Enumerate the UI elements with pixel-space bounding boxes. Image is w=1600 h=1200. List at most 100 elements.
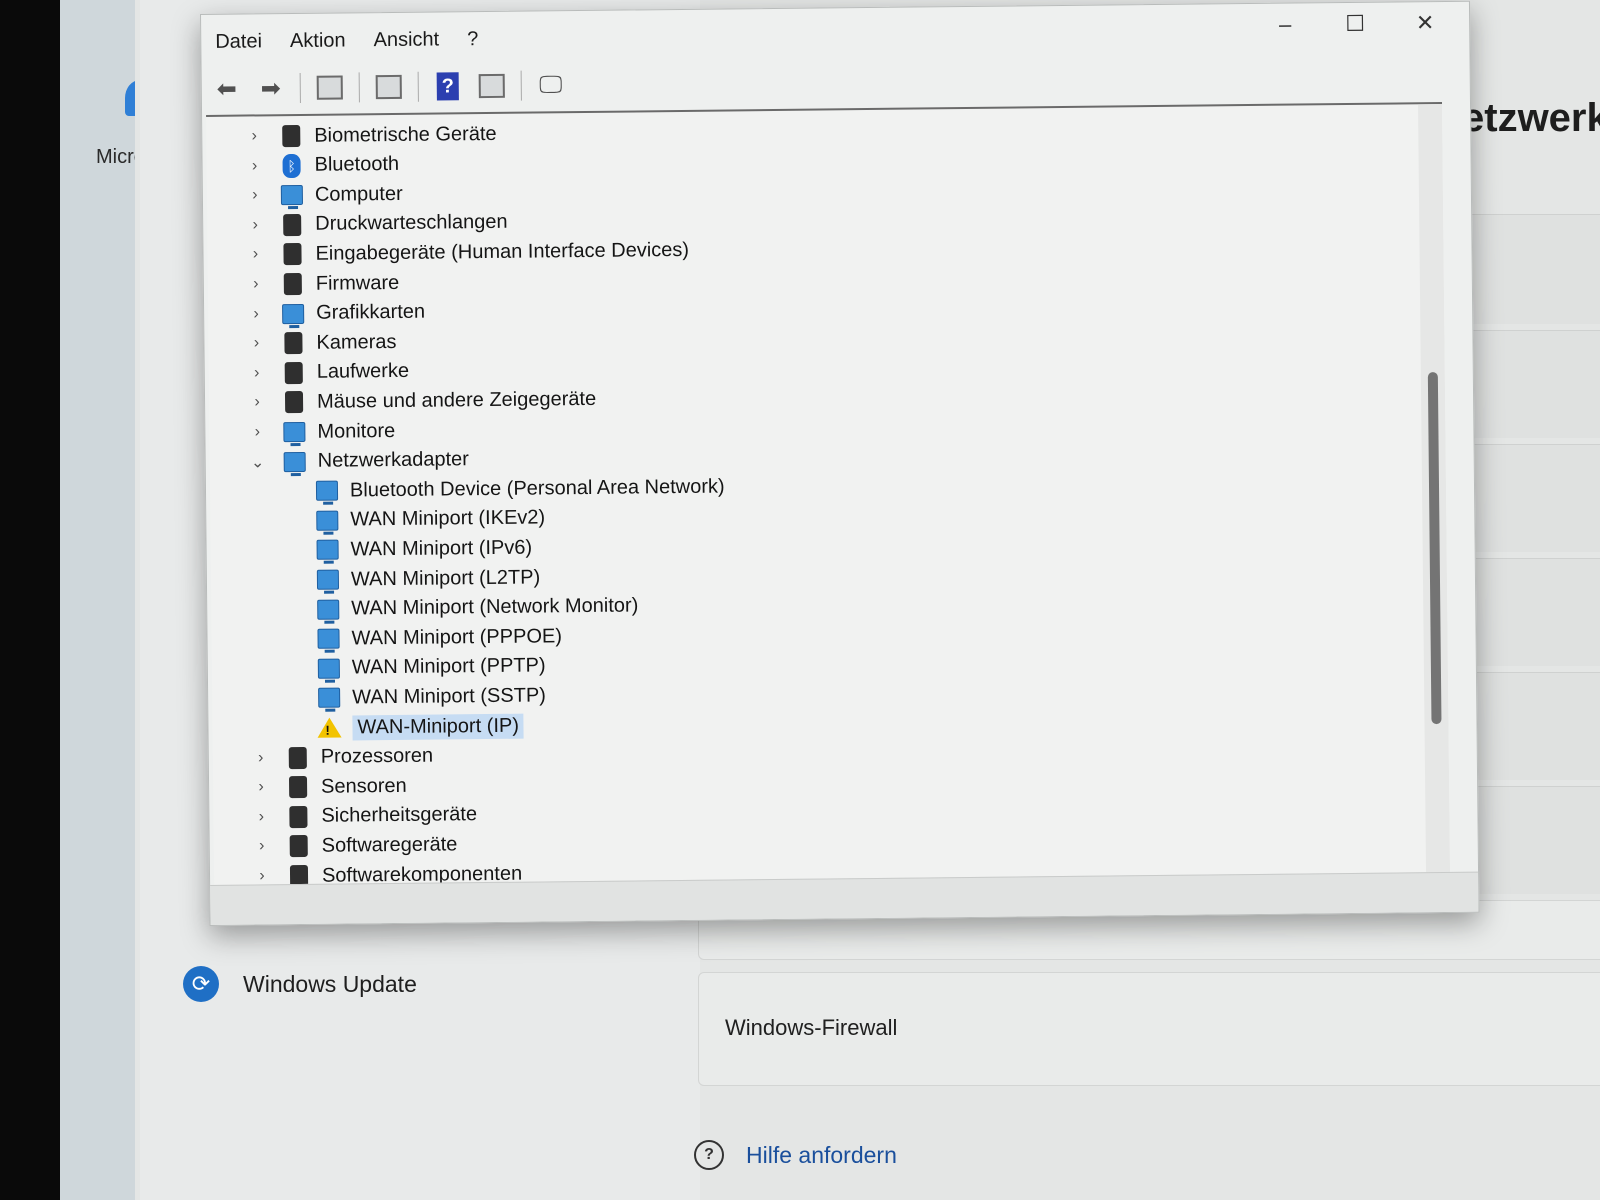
network-adapter-icon	[315, 568, 341, 592]
sensor-icon	[285, 775, 311, 799]
windows-firewall-card[interactable]: Windows-Firewall	[698, 972, 1600, 1086]
device-tree[interactable]: › Biometrische Geräte › ᛒ Bluetooth › Computer…	[206, 101, 1451, 885]
arrow-left-icon: ⬅	[216, 75, 237, 103]
tree-device[interactable]: WAN Miniport (L2TP)	[279, 563, 541, 594]
fingerprint-icon	[278, 124, 304, 148]
expand-toggle[interactable]: ›	[242, 127, 266, 145]
show-action-pane-button[interactable]	[473, 69, 511, 103]
network-adapter-icon	[315, 597, 341, 621]
network-adapter-icon	[316, 656, 342, 680]
show-hide-console-tree-button[interactable]	[311, 70, 349, 104]
menu-aktion[interactable]: Aktion	[290, 29, 346, 53]
expand-toggle[interactable]: ⌄	[246, 452, 270, 472]
close-button[interactable]: ✕	[1393, 6, 1457, 41]
tree-category[interactable]: › Computer	[243, 180, 403, 210]
tree-category[interactable]: › Kameras	[244, 328, 397, 358]
settings-card[interactable]	[1468, 786, 1600, 894]
tree-item-label: Softwaregeräte	[321, 833, 458, 857]
tree-item-label: WAN-Miniport (IP)	[352, 713, 525, 740]
action-pane-icon	[478, 73, 505, 99]
tree-category[interactable]: › Softwaregeräte	[250, 831, 458, 861]
tree-category[interactable]: › Eingabegeräte (Human Interface Devices)	[243, 236, 689, 269]
tree-device[interactable]: WAN Miniport (Network Monitor)	[279, 592, 638, 624]
tree-category[interactable]: › Biometrische Geräte	[242, 120, 497, 151]
expand-toggle[interactable]: ›	[243, 157, 267, 175]
menu-datei[interactable]: Datei	[215, 30, 262, 53]
settings-card[interactable]	[1468, 444, 1600, 552]
back-button[interactable]: ⬅	[208, 72, 246, 106]
toolbar-separator	[358, 72, 360, 103]
tree-category[interactable]: › Sensoren	[249, 772, 407, 802]
tree-category[interactable]: › Firmware	[244, 269, 400, 299]
tree-device[interactable]: WAN Miniport (PPPOE)	[279, 622, 562, 653]
minimize-button[interactable]: –	[1253, 7, 1317, 42]
hid-icon	[279, 242, 305, 266]
tree-category[interactable]: › Druckwarteschlangen	[243, 209, 508, 240]
expand-toggle[interactable]: ›	[243, 246, 267, 264]
computer-icon	[279, 183, 305, 207]
tree-item-label: WAN Miniport (Network Monitor)	[351, 594, 639, 620]
tree-category[interactable]: ⌄ Netzwerkadapter	[246, 446, 469, 476]
network-adapter-icon	[315, 627, 341, 651]
tree-device[interactable]: WAN Miniport (PPTP)	[280, 652, 546, 683]
tree-item-label: WAN Miniport (PPTP)	[351, 654, 546, 679]
help-button[interactable]: ?	[429, 69, 467, 103]
settings-card[interactable]	[1468, 672, 1600, 780]
tree-device[interactable]: Bluetooth Device (Personal Area Network)	[278, 473, 725, 506]
bluetooth-icon: ᛒ	[278, 153, 304, 178]
settings-card[interactable]	[1468, 558, 1600, 666]
tree-category[interactable]: › ᛒ Bluetooth	[242, 151, 399, 181]
maximize-button[interactable]: ☐	[1323, 7, 1387, 42]
disk-drive-icon	[281, 361, 307, 385]
tree-category[interactable]: › Sicherheitsgeräte	[249, 801, 477, 831]
tree-device[interactable]: WAN Miniport (SSTP)	[280, 682, 546, 713]
tree-category[interactable]: › Prozessoren	[249, 742, 434, 772]
tree-category[interactable]: › Mäuse und andere Zeigegeräte	[245, 385, 596, 417]
expand-toggle[interactable]: ›	[245, 423, 269, 441]
tree-item-label: Sensoren	[320, 774, 407, 798]
tree-category[interactable]: › Monitore	[245, 417, 396, 447]
scan-hardware-button[interactable]: 🖵	[532, 68, 570, 102]
expand-toggle[interactable]: ›	[249, 749, 273, 767]
expand-toggle[interactable]: ›	[249, 808, 273, 826]
expand-toggle[interactable]: ›	[244, 275, 268, 293]
scrollbar-thumb[interactable]	[1427, 372, 1442, 725]
tree-item-label: Bluetooth	[314, 153, 400, 176]
menu-ansicht[interactable]: Ansicht	[373, 28, 439, 52]
vertical-scrollbar[interactable]	[1418, 103, 1451, 873]
expand-toggle[interactable]: ›	[244, 334, 268, 352]
tree-category[interactable]: › Grafikkarten	[244, 298, 425, 328]
mouse-icon	[281, 390, 307, 414]
tree-item-label: Bluetooth Device (Personal Area Network)	[349, 475, 725, 502]
settings-card[interactable]	[1468, 214, 1600, 324]
properties-icon	[375, 74, 402, 100]
monitor-scan-icon: 🖵	[539, 71, 563, 99]
expand-toggle[interactable]: ›	[243, 186, 267, 204]
network-adapter-icon	[314, 508, 340, 532]
properties-button[interactable]	[370, 70, 408, 104]
expand-toggle[interactable]: ›	[244, 305, 268, 323]
processor-icon	[285, 745, 311, 769]
tree-item-label: Sicherheitsgeräte	[321, 803, 478, 828]
toolbar-separator	[520, 70, 522, 101]
tree-device[interactable]: WAN Miniport (IPv6)	[278, 534, 532, 565]
tree-device[interactable]: WAN Miniport (IKEv2)	[278, 504, 545, 535]
tree-item-label: Kameras	[316, 330, 397, 354]
expand-toggle[interactable]: ›	[245, 394, 269, 412]
settings-card[interactable]	[1468, 330, 1600, 438]
expand-toggle[interactable]: ›	[250, 867, 274, 885]
tree-category[interactable]: › Laufwerke	[245, 358, 410, 388]
expand-toggle[interactable]: ›	[249, 778, 273, 796]
security-device-icon	[285, 805, 311, 829]
help-link[interactable]: ? Hilfe anfordern	[694, 1140, 897, 1170]
menu-help[interactable]: ?	[467, 28, 478, 51]
expand-toggle[interactable]: ›	[245, 364, 269, 382]
tree-item-label: Prozessoren	[320, 744, 434, 768]
expand-toggle[interactable]: ›	[250, 838, 274, 856]
tree-device[interactable]: ! WAN-Miniport (IP)	[280, 712, 525, 743]
network-adapter-icon	[316, 686, 342, 710]
sidebar-item-windows-update[interactable]: ⟳ Windows Update	[183, 966, 417, 1002]
expand-toggle[interactable]: ›	[243, 216, 267, 234]
forward-button[interactable]: ➡	[252, 71, 290, 105]
camera-icon	[280, 331, 306, 355]
